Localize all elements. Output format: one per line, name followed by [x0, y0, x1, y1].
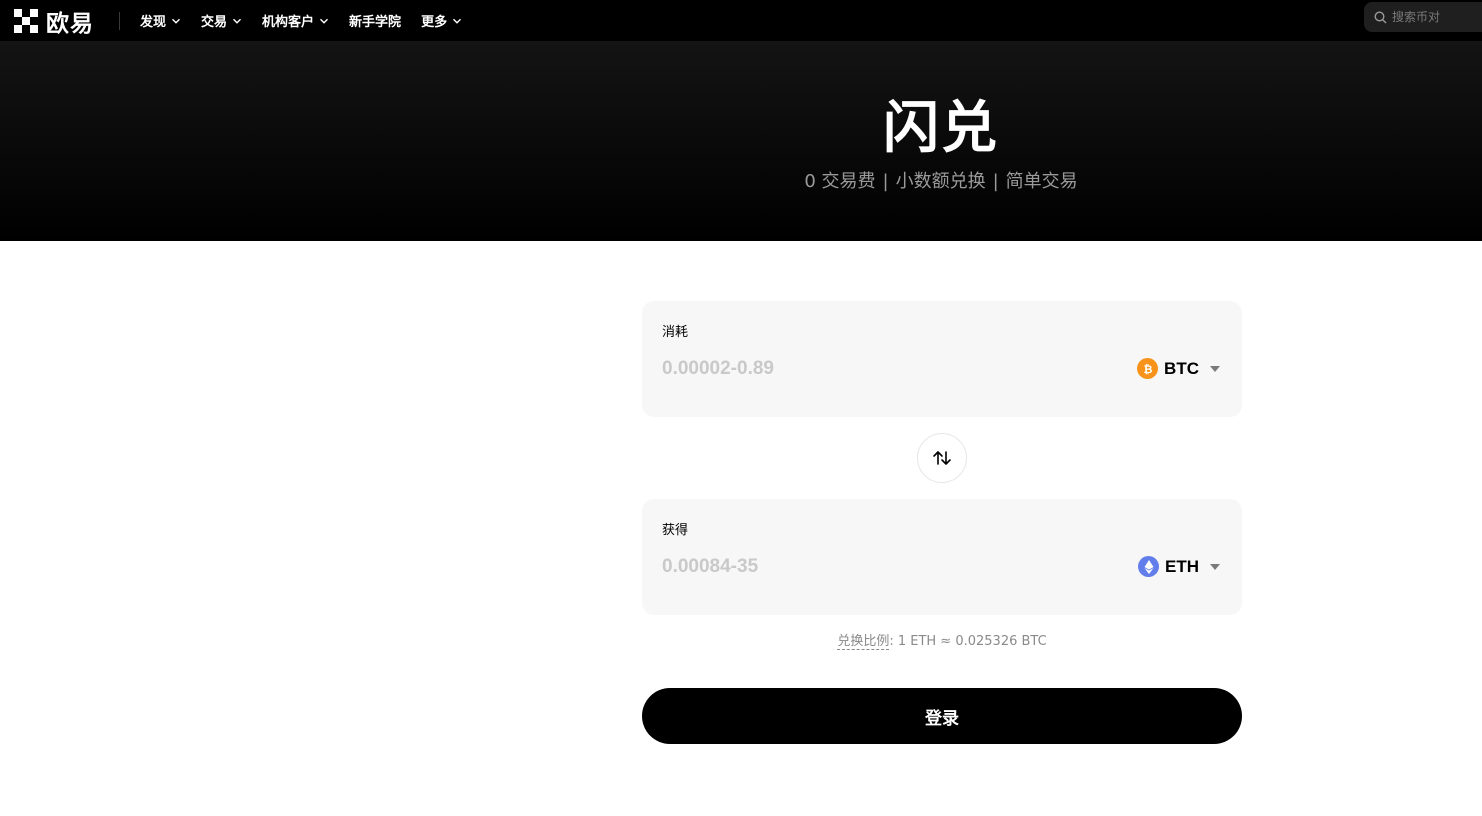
feature-simple-trade: 简单交易 — [1005, 171, 1078, 192]
exchange-rate: 兑换比例: 1 ETH ≈ 0.025326 BTC — [642, 630, 1242, 650]
search-box[interactable] — [1364, 2, 1482, 32]
search-input[interactable] — [1392, 10, 1482, 24]
feature-separator: | — [882, 171, 889, 192]
chevron-down-icon — [453, 18, 462, 24]
nav-item-discover[interactable]: 发现 — [140, 11, 181, 30]
nav-divider — [119, 11, 120, 30]
nav-item-label: 发现 — [140, 15, 167, 30]
from-coin-select[interactable]: ₿ BTC — [1137, 358, 1220, 379]
nav-item-label: 机构客户 — [262, 15, 315, 30]
okx-logo-mark-icon — [14, 8, 38, 33]
to-label: 获得 — [662, 523, 689, 538]
login-button[interactable]: 登录 — [642, 688, 1242, 744]
from-panel: 消耗 ₿ BTC — [642, 301, 1242, 417]
nav-item-trade[interactable]: 交易 — [201, 11, 242, 30]
feature-small-amount: 小数额兑换 — [895, 171, 986, 192]
rate-value: : 1 ETH ≈ 0.025326 BTC — [889, 634, 1047, 649]
feature-separator: | — [992, 171, 999, 192]
okx-logo[interactable]: 欧易 — [14, 0, 94, 41]
svg-text:₿: ₿ — [1143, 363, 1152, 375]
rate-label[interactable]: 兑换比例 — [837, 634, 890, 650]
chevron-down-icon — [233, 18, 242, 24]
top-nav: 欧易 发现 交易 机构客户 新手学院 更多 — [0, 0, 1482, 41]
bitcoin-icon: ₿ — [1137, 358, 1159, 379]
chevron-down-icon — [172, 18, 181, 24]
ethereum-icon — [1138, 556, 1159, 577]
hero-subtitle: 0 交易费 | 小数额兑换 | 简单交易 — [0, 167, 1482, 193]
caret-down-icon — [1210, 365, 1220, 372]
nav-item-institutional[interactable]: 机构客户 — [262, 11, 329, 30]
from-amount-input[interactable] — [662, 357, 1062, 381]
page-title: 闪兑 — [883, 96, 999, 161]
to-coin-select[interactable]: ETH — [1138, 556, 1220, 577]
to-amount-input[interactable] — [662, 555, 1062, 579]
to-coin-name: ETH — [1165, 556, 1199, 576]
to-panel: 获得 ETH — [642, 499, 1242, 615]
caret-down-icon — [1210, 563, 1220, 570]
from-coin-name: BTC — [1164, 358, 1199, 378]
search-icon — [1374, 10, 1387, 23]
hero-banner: 闪兑 0 交易费 | 小数额兑换 | 简单交易 — [0, 41, 1482, 241]
from-label: 消耗 — [662, 325, 689, 340]
nav-item-label: 更多 — [421, 15, 448, 30]
nav-item-label: 交易 — [201, 15, 228, 30]
nav-item-label: 新手学院 — [349, 15, 402, 30]
feature-zero-fee: 0 交易费 — [804, 171, 876, 192]
swap-arrows-icon — [933, 451, 951, 465]
swap-direction-button[interactable] — [917, 433, 967, 483]
nav-item-more[interactable]: 更多 — [421, 11, 462, 30]
chevron-down-icon — [320, 18, 329, 24]
nav-item-academy[interactable]: 新手学院 — [349, 11, 401, 30]
logo-text: 欧易 — [46, 10, 94, 37]
